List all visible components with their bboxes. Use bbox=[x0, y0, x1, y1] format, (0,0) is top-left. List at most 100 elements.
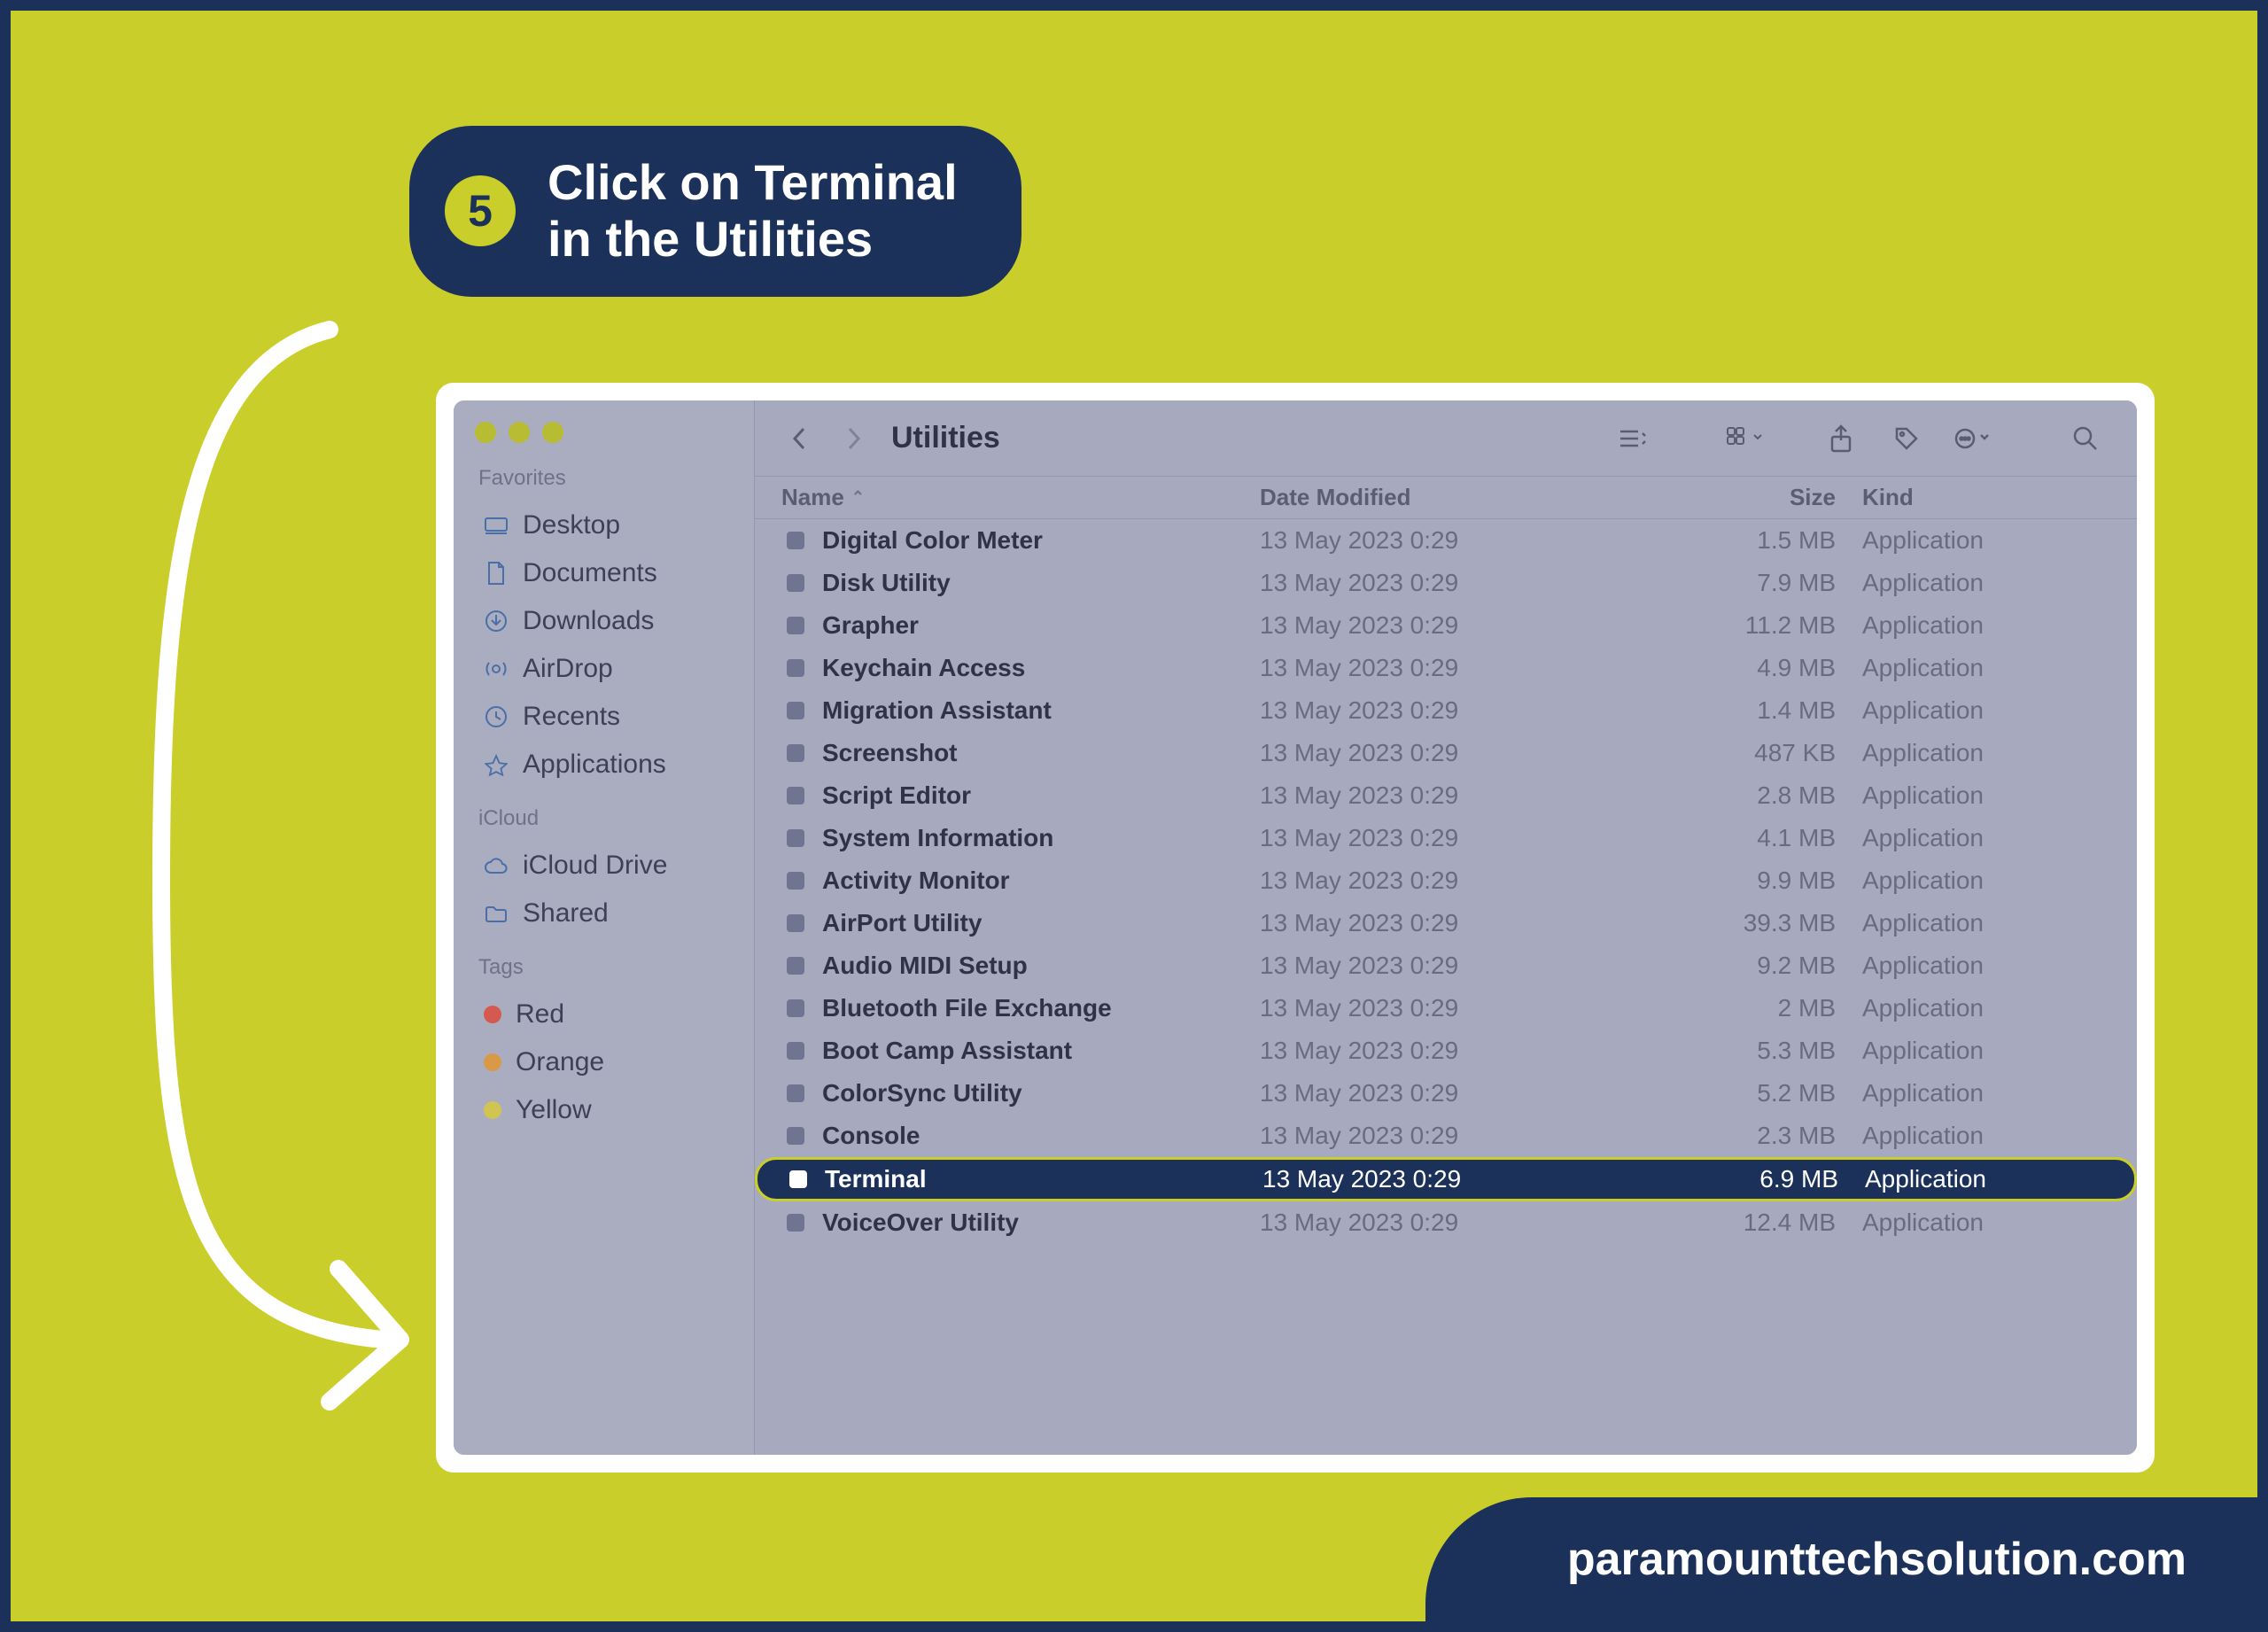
app-icon bbox=[781, 1037, 810, 1065]
sidebar-item-recents[interactable]: Recents bbox=[475, 693, 738, 741]
desktop-icon bbox=[484, 513, 509, 538]
step-instruction: 5 Click on Terminal in the Utilities bbox=[409, 126, 1021, 297]
file-name: Audio MIDI Setup bbox=[822, 952, 1260, 980]
tag-dot-icon bbox=[484, 1101, 501, 1119]
column-name[interactable]: Name ⌃ bbox=[781, 484, 1260, 511]
file-name: Screenshot bbox=[822, 739, 1260, 767]
file-row[interactable]: VoiceOver Utility13 May 2023 0:2912.4 MB… bbox=[755, 1201, 2137, 1244]
file-size: 9.9 MB bbox=[1596, 867, 1862, 895]
file-size: 2.3 MB bbox=[1596, 1122, 1862, 1150]
file-row[interactable]: Console13 May 2023 0:292.3 MBApplication bbox=[755, 1115, 2137, 1157]
file-name: Bluetooth File Exchange bbox=[822, 994, 1260, 1022]
file-row[interactable]: Activity Monitor13 May 2023 0:299.9 MBAp… bbox=[755, 859, 2137, 902]
file-size: 11.2 MB bbox=[1596, 611, 1862, 640]
file-row[interactable]: System Information13 May 2023 0:294.1 MB… bbox=[755, 817, 2137, 859]
file-row[interactable]: Script Editor13 May 2023 0:292.8 MBAppli… bbox=[755, 774, 2137, 817]
app-icon bbox=[781, 526, 810, 555]
file-row[interactable]: Boot Camp Assistant13 May 2023 0:295.3 M… bbox=[755, 1030, 2137, 1072]
file-kind: Application bbox=[1862, 824, 2110, 852]
file-size: 5.2 MB bbox=[1596, 1079, 1862, 1107]
file-row[interactable]: AirPort Utility13 May 2023 0:2939.3 MBAp… bbox=[755, 902, 2137, 944]
forward-button[interactable] bbox=[835, 420, 872, 457]
file-row[interactable]: Migration Assistant13 May 2023 0:291.4 M… bbox=[755, 689, 2137, 732]
file-kind: Application bbox=[1862, 1208, 2110, 1237]
file-date: 13 May 2023 0:29 bbox=[1260, 611, 1596, 640]
file-row[interactable]: Audio MIDI Setup13 May 2023 0:299.2 MBAp… bbox=[755, 944, 2137, 987]
step-text-line1: Click on Terminal bbox=[548, 154, 958, 210]
file-row-terminal[interactable]: Terminal13 May 2023 0:296.9 MBApplicatio… bbox=[755, 1157, 2137, 1201]
file-row[interactable]: Bluetooth File Exchange13 May 2023 0:292… bbox=[755, 987, 2137, 1030]
file-row[interactable]: Keychain Access13 May 2023 0:294.9 MBApp… bbox=[755, 647, 2137, 689]
applications-icon bbox=[484, 752, 509, 777]
file-date: 13 May 2023 0:29 bbox=[1260, 1122, 1596, 1150]
file-row[interactable]: Disk Utility13 May 2023 0:297.9 MBApplic… bbox=[755, 562, 2137, 604]
sidebar-item-label: Orange bbox=[516, 1047, 604, 1077]
file-row[interactable]: ColorSync Utility13 May 2023 0:295.2 MBA… bbox=[755, 1072, 2137, 1115]
app-icon bbox=[781, 611, 810, 640]
cloud-icon bbox=[484, 853, 509, 878]
window-controls bbox=[475, 422, 738, 443]
app-icon bbox=[781, 909, 810, 937]
screenshot-frame: Favorites Desktop Documents bbox=[436, 383, 2155, 1473]
step-number-badge: 5 bbox=[445, 175, 516, 246]
sidebar-item-airdrop[interactable]: AirDrop bbox=[475, 645, 738, 693]
sidebar-item-shared[interactable]: Shared bbox=[475, 890, 738, 937]
window-minimize-button[interactable] bbox=[509, 422, 530, 443]
tags-button[interactable] bbox=[1887, 419, 1926, 458]
file-kind: Application bbox=[1862, 526, 2110, 555]
downloads-icon bbox=[484, 609, 509, 633]
file-size: 39.3 MB bbox=[1596, 909, 1862, 937]
sidebar-item-desktop[interactable]: Desktop bbox=[475, 501, 738, 549]
column-date[interactable]: Date Modified bbox=[1260, 484, 1596, 511]
step-text-line2: in the Utilities bbox=[548, 211, 873, 267]
file-row[interactable]: Digital Color Meter13 May 2023 0:291.5 M… bbox=[755, 519, 2137, 562]
file-row[interactable]: Screenshot13 May 2023 0:29487 KBApplicat… bbox=[755, 732, 2137, 774]
sidebar-tag-orange[interactable]: Orange bbox=[475, 1038, 738, 1086]
sort-caret-icon: ⌃ bbox=[851, 488, 865, 507]
file-name: Terminal bbox=[825, 1165, 1262, 1193]
app-icon bbox=[781, 569, 810, 597]
sidebar-tag-red[interactable]: Red bbox=[475, 991, 738, 1038]
app-icon bbox=[781, 1079, 810, 1107]
file-name: System Information bbox=[822, 824, 1260, 852]
sidebar-item-applications[interactable]: Applications bbox=[475, 741, 738, 789]
back-button[interactable] bbox=[781, 420, 819, 457]
sidebar-item-documents[interactable]: Documents bbox=[475, 549, 738, 597]
more-button[interactable] bbox=[1953, 419, 1992, 458]
file-row[interactable]: Grapher13 May 2023 0:2911.2 MBApplicatio… bbox=[755, 604, 2137, 647]
clock-icon bbox=[484, 704, 509, 729]
file-date: 13 May 2023 0:29 bbox=[1260, 569, 1596, 597]
file-size: 4.9 MB bbox=[1596, 654, 1862, 682]
file-kind: Application bbox=[1862, 909, 2110, 937]
file-name: Boot Camp Assistant bbox=[822, 1037, 1260, 1065]
sidebar-tag-yellow[interactable]: Yellow bbox=[475, 1086, 738, 1134]
file-date: 13 May 2023 0:29 bbox=[1260, 1208, 1596, 1237]
share-button[interactable] bbox=[1821, 419, 1860, 458]
file-size: 12.4 MB bbox=[1596, 1208, 1862, 1237]
sidebar-item-downloads[interactable]: Downloads bbox=[475, 597, 738, 645]
file-date: 13 May 2023 0:29 bbox=[1260, 781, 1596, 810]
file-size: 7.9 MB bbox=[1596, 569, 1862, 597]
file-date: 13 May 2023 0:29 bbox=[1260, 867, 1596, 895]
sidebar-item-label: Shared bbox=[523, 898, 609, 929]
document-icon bbox=[484, 561, 509, 586]
file-date: 13 May 2023 0:29 bbox=[1260, 824, 1596, 852]
window-maximize-button[interactable] bbox=[542, 422, 563, 443]
group-by-button[interactable] bbox=[1726, 419, 1765, 458]
file-name: Console bbox=[822, 1122, 1260, 1150]
column-kind[interactable]: Kind bbox=[1862, 484, 2110, 511]
file-kind: Application bbox=[1862, 1079, 2110, 1107]
guide-arrow bbox=[135, 312, 454, 1428]
search-button[interactable] bbox=[2066, 419, 2105, 458]
finder-window: Favorites Desktop Documents bbox=[454, 400, 2137, 1455]
file-name: Activity Monitor bbox=[822, 867, 1260, 895]
sidebar-item-icloud-drive[interactable]: iCloud Drive bbox=[475, 842, 738, 890]
window-close-button[interactable] bbox=[475, 422, 496, 443]
view-list-button[interactable] bbox=[1612, 419, 1651, 458]
file-kind: Application bbox=[1862, 696, 2110, 725]
column-size[interactable]: Size bbox=[1596, 484, 1862, 511]
sidebar-item-label: AirDrop bbox=[523, 654, 613, 684]
file-date: 13 May 2023 0:29 bbox=[1260, 654, 1596, 682]
app-icon bbox=[781, 654, 810, 682]
file-date: 13 May 2023 0:29 bbox=[1260, 739, 1596, 767]
